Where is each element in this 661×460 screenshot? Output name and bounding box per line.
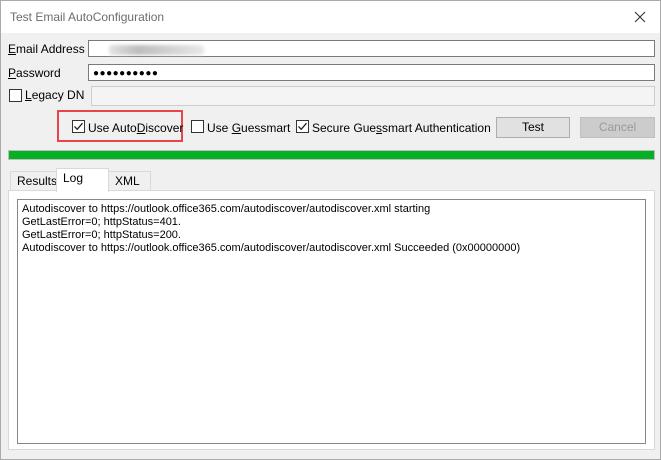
dialog-window: Test Email AutoConfiguration Email Addre… [0,0,661,460]
log-output[interactable]: Autodiscover to https://outlook.office36… [17,199,646,444]
cancel-button[interactable]: Cancel [580,117,655,138]
log-line: Autodiscover to https://outlook.office36… [22,203,431,215]
email-label: Email Address [8,42,85,56]
password-value: ●●●●●●●●●● [93,68,159,79]
checkmark-icon [298,122,307,131]
legacy-dn-checkbox[interactable] [9,89,22,102]
tab-results[interactable]: Results [10,171,57,190]
password-field[interactable]: ●●●●●●●●●● [88,64,655,81]
title-bar: Test Email AutoConfiguration [1,1,660,33]
use-autodiscover-checkbox[interactable] [72,120,85,133]
tab-xml[interactable]: XML [108,171,151,190]
window-title: Test Email AutoConfiguration [10,10,165,24]
email-field[interactable] [88,40,655,57]
close-button[interactable] [628,6,652,28]
tab-log[interactable]: Log [56,168,109,192]
redacted-email [109,45,204,55]
test-button[interactable]: Test [496,117,570,138]
progress-bar-fill [9,151,654,159]
legacy-dn-label: Legacy DN [25,88,85,102]
close-icon [634,11,646,23]
checkmark-icon [74,122,83,131]
log-line: GetLastError=0; httpStatus=200. [22,229,181,241]
use-guessmart-label: Use Guessmart [207,121,291,135]
legacy-dn-field[interactable] [91,86,655,106]
log-line: GetLastError=0; httpStatus=401. [22,216,181,228]
use-guessmart-checkbox[interactable] [191,120,204,133]
password-label: Password [8,66,61,80]
use-autodiscover-label: Use AutoDiscover [88,121,184,135]
secure-guessmart-label: Secure Guessmart Authentication [312,121,491,135]
log-tab-panel: Autodiscover to https://outlook.office36… [8,190,655,450]
progress-bar [8,150,655,160]
secure-guessmart-checkbox[interactable] [296,120,309,133]
log-line: Autodiscover to https://outlook.office36… [22,242,521,254]
